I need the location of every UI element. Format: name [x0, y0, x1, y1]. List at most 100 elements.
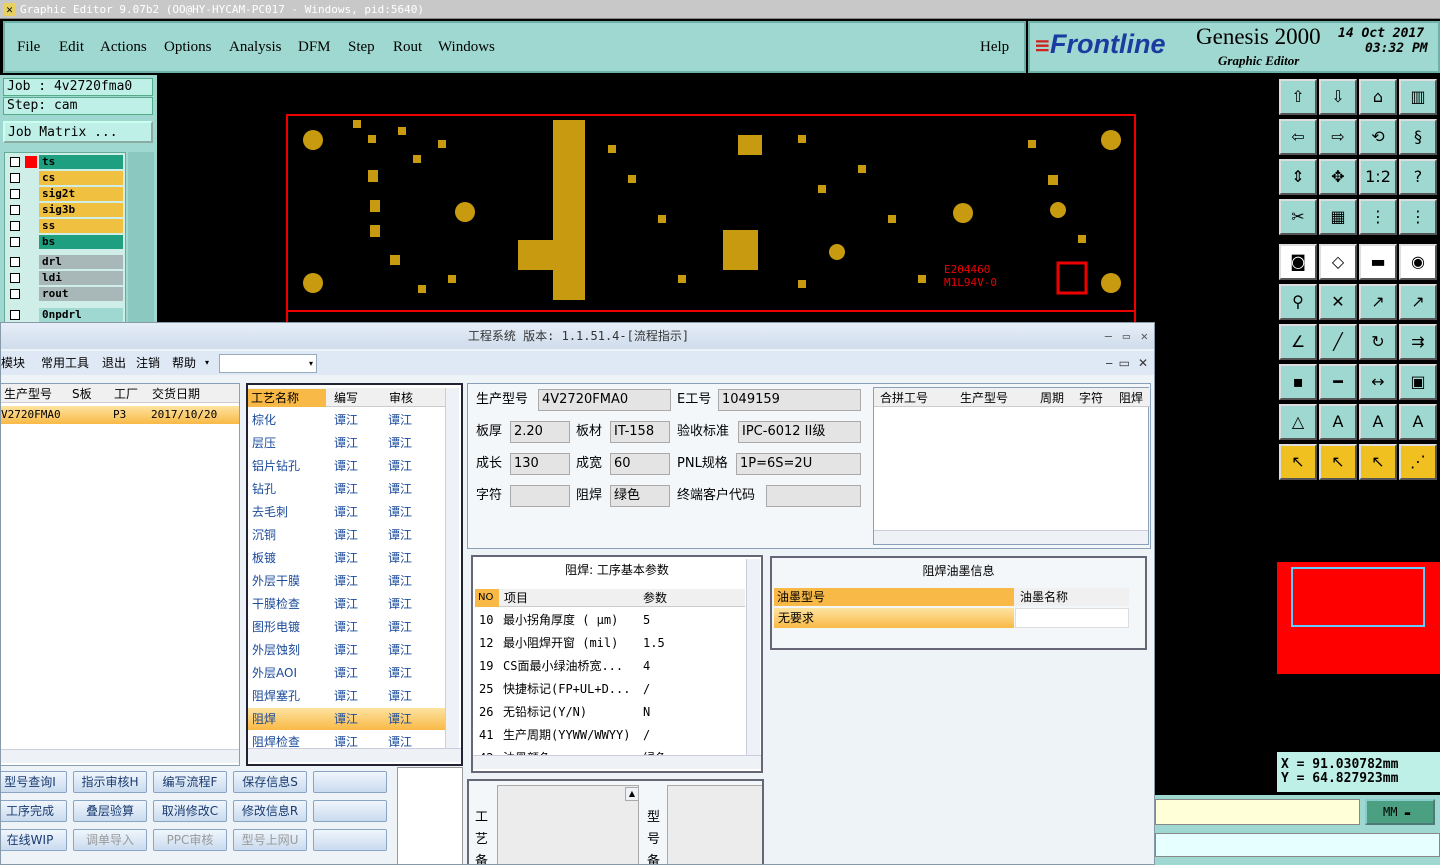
action-button[interactable]: 编写流程F [153, 771, 227, 793]
process-row[interactable]: 外层AOI 谭江 谭江 [248, 662, 445, 684]
text-b-icon[interactable]: A [1359, 404, 1397, 440]
menu-exit[interactable]: 退出 [102, 351, 126, 375]
arrows-icon[interactable]: ⇉ [1399, 324, 1437, 360]
col-writer[interactable]: 编写 [331, 389, 358, 407]
help-dropdown-icon[interactable]: ▾ [205, 351, 209, 375]
process-row[interactable]: 层压 谭江 谭江 [248, 432, 445, 454]
col-combine-no[interactable]: 合拼工号 [877, 389, 928, 407]
menu-windows[interactable]: Windows [438, 39, 495, 56]
menu-help[interactable]: Help [980, 39, 1009, 56]
action-button[interactable]: 取消修改C [153, 800, 227, 822]
layer-row-cs[interactable]: cs [8, 171, 123, 185]
measure-icon[interactable]: ↔ [1359, 364, 1397, 400]
col-reviewer[interactable]: 审核 [386, 389, 413, 407]
layer-checkbox[interactable] [10, 221, 20, 231]
box-icon[interactable]: ▣ [1399, 364, 1437, 400]
layer-row-sig2t[interactable]: sig2t [8, 187, 123, 201]
layer-checkbox[interactable] [10, 205, 20, 215]
shift-right-icon[interactable]: ⇨ [1319, 119, 1357, 155]
select-a-icon[interactable]: ↖ [1279, 444, 1317, 480]
process-row[interactable]: 铝片钻孔 谭江 谭江 [248, 455, 445, 477]
layer-row-sig3b[interactable]: sig3b [8, 203, 123, 217]
action-button[interactable]: 叠层验算 [73, 800, 147, 822]
net-icon[interactable]: ⋰ [1399, 444, 1437, 480]
layer-scrollbar[interactable] [128, 152, 154, 324]
process-row[interactable]: 阻焊 谭江 谭江 [248, 708, 445, 730]
field-length[interactable]: 130 [510, 453, 570, 475]
minimize-icon[interactable]: ‒ [1105, 323, 1112, 349]
shift-left-icon[interactable]: ⇦ [1279, 119, 1317, 155]
ink-row-model[interactable]: 无要求 [774, 608, 1014, 628]
table-row-selected[interactable]: V2720FMA0 P3 2017/10/20 [1, 406, 239, 424]
field-standard[interactable]: IPC-6012 II级 [738, 421, 861, 443]
order-hscroll[interactable] [1, 749, 239, 763]
angle-icon[interactable]: ∠ [1279, 324, 1317, 360]
action-button[interactable] [313, 771, 387, 793]
move-down-icon[interactable]: ⇩ [1319, 79, 1357, 115]
action-button[interactable]: 型号上网U [233, 829, 307, 851]
chevron-up-icon[interactable]: ▲ [625, 787, 639, 801]
param-row[interactable]: 19 CS面最小绿油桥宽... 4 [475, 655, 745, 677]
col-combine-mask[interactable]: 阻焊 [1116, 389, 1143, 407]
menu-actions[interactable]: Actions [100, 39, 147, 56]
param-row[interactable]: 26 无铅标记(Y/N) N [475, 701, 745, 723]
menu-edit[interactable]: Edit [59, 39, 84, 56]
layer-row-drl[interactable]: drl [8, 255, 123, 269]
help-icon[interactable]: ? [1399, 159, 1437, 195]
unit-selector[interactable]: MM ▬ [1365, 799, 1435, 825]
select-c-icon[interactable]: ↖ [1359, 444, 1397, 480]
field-e-number[interactable]: 1049159 [718, 389, 861, 411]
process-row[interactable]: 钻孔 谭江 谭江 [248, 478, 445, 500]
snap-a-icon[interactable]: ⋮ [1359, 199, 1397, 235]
ruler-icon[interactable]: ▬ [1359, 244, 1397, 280]
text-a-icon[interactable]: A [1319, 404, 1357, 440]
craft-note-field[interactable] [497, 785, 639, 864]
process-hscroll[interactable] [248, 748, 461, 762]
menu-dfm[interactable]: DFM [298, 39, 331, 56]
layer-checkbox[interactable] [10, 189, 20, 199]
layer-checkbox[interactable] [10, 289, 20, 299]
layer-checkbox[interactable] [10, 273, 20, 283]
col-process-name[interactable]: 工艺名称 [248, 389, 326, 407]
combine-hscroll[interactable] [874, 530, 1148, 544]
field-material[interactable]: IT-158 [610, 421, 670, 443]
field-customer-code[interactable] [766, 485, 861, 507]
close-icon[interactable]: ✕ [1141, 323, 1148, 349]
zoom-center-icon[interactable]: ✥ [1319, 159, 1357, 195]
grid-icon[interactable]: ▦ [1319, 199, 1357, 235]
process-row[interactable]: 去毛刺 谭江 谭江 [248, 501, 445, 523]
col-ink-name[interactable]: 油墨名称 [1017, 588, 1068, 606]
col-value[interactable]: 参数 [640, 589, 667, 607]
overview-map[interactable] [1277, 485, 1440, 750]
layer-checkbox[interactable] [10, 157, 20, 167]
shape-icon[interactable]: ◇ [1319, 244, 1357, 280]
scale-icon[interactable]: 1:2 [1359, 159, 1397, 195]
select-b-icon[interactable]: ↖ [1319, 444, 1357, 480]
text-c-icon[interactable]: A [1399, 404, 1437, 440]
menu-file[interactable]: File [17, 39, 40, 56]
cut-icon[interactable]: ✂ [1279, 199, 1317, 235]
line-a-icon[interactable]: ↗ [1359, 284, 1397, 320]
param-row[interactable]: 10 最小拐角厚度 ( μm) 5 [475, 609, 745, 631]
col-model[interactable]: 生产型号 [1, 385, 52, 403]
col-s-board[interactable]: S板 [69, 385, 92, 403]
col-ink-model[interactable]: 油墨型号 [774, 588, 1014, 606]
action-button[interactable]: 指示审核H [73, 771, 147, 793]
graphic-canvas[interactable]: E204460 M1L94V-0 [158, 75, 1276, 325]
app-close-icon[interactable]: ✕ [3, 3, 16, 16]
child-restore-icon[interactable]: ▭ [1119, 351, 1130, 375]
ink-row-name[interactable] [1015, 608, 1129, 628]
menu-tools[interactable]: 常用工具 [41, 351, 89, 375]
param-row[interactable]: 12 最小阻焊开窗 (mil) 1.5 [475, 632, 745, 654]
col-no[interactable]: NO [475, 589, 499, 607]
pcb-board-view[interactable]: E204460 M1L94V-0 [158, 75, 1276, 325]
layer-row-bs[interactable]: bs [8, 235, 123, 249]
model-note-field[interactable] [667, 785, 762, 864]
process-row[interactable]: 干膜检查 谭江 谭江 [248, 593, 445, 615]
action-button[interactable]: 型号查询I [1, 771, 67, 793]
field-thickness[interactable]: 2.20 [510, 421, 570, 443]
circle-icon[interactable]: ◉ [1399, 244, 1437, 280]
action-button[interactable]: PPC审核 [153, 829, 227, 851]
field-soldermask[interactable]: 绿色 [610, 485, 670, 507]
param-row[interactable]: 25 快捷标记(FP+UL+D... / [475, 678, 745, 700]
